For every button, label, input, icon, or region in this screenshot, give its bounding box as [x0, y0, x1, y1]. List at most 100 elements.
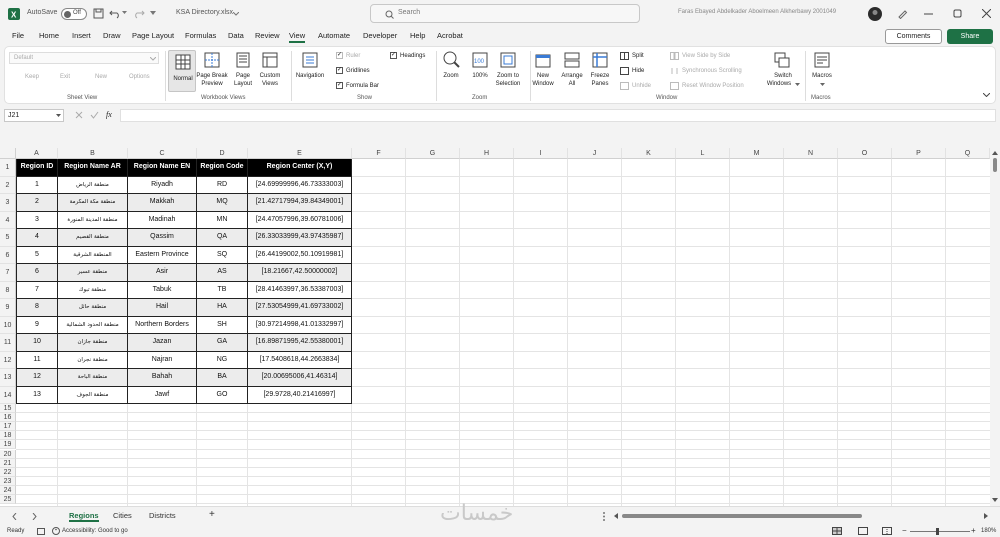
zoom-to-selection-label-2[interactable]: Selection	[491, 80, 525, 88]
vertical-scrollbar[interactable]	[990, 148, 1000, 506]
avatar[interactable]	[868, 7, 882, 21]
add-sheet-button[interactable]: +	[209, 509, 215, 520]
row-header-5[interactable]: 5	[0, 229, 16, 247]
zoom-slider[interactable]	[910, 531, 970, 532]
switch-windows-icon[interactable]	[774, 52, 790, 68]
header-cell-region-center[interactable]: Region Center (X,Y)	[248, 159, 352, 177]
comments-button[interactable]: Comments	[885, 29, 942, 44]
row-header-4[interactable]: 4	[0, 211, 16, 229]
cell-region-code[interactable]: QA	[197, 229, 248, 247]
cell-region-name-en[interactable]: Qassim	[128, 229, 197, 247]
tab-page-layout[interactable]: Page Layout	[132, 31, 174, 40]
unhide-label[interactable]: Unhide	[632, 82, 651, 90]
scroll-left-icon[interactable]	[614, 513, 618, 519]
column-header-p[interactable]: P	[892, 148, 946, 159]
minimize-icon[interactable]	[924, 13, 933, 15]
cell-region-code[interactable]: SH	[197, 316, 248, 334]
cell-region-name-en[interactable]: Eastern Province	[128, 246, 197, 264]
custom-views-icon[interactable]	[262, 52, 278, 68]
cell-region-center[interactable]: [26.44199002,50.10919981]	[248, 246, 352, 264]
zoom-in-icon[interactable]: +	[971, 526, 976, 535]
navigation-label[interactable]: Navigation	[293, 72, 327, 80]
sync-scroll-label[interactable]: Synchronous Scrolling	[682, 67, 742, 75]
row-header-19[interactable]: 19	[0, 440, 16, 450]
page-break-preview-icon[interactable]	[204, 52, 220, 68]
header-cell-region-name-ar[interactable]: Region Name AR	[58, 159, 128, 177]
worksheet-grid[interactable]: ABCDEFGHIJKLMNOPQ 1 2 3 4 5 6 7 8 9 10 11 12 13 14 15 1…	[0, 148, 1000, 506]
row-header-12[interactable]: 12	[0, 351, 16, 369]
column-header-f[interactable]: F	[352, 148, 406, 159]
tab-draw[interactable]: Draw	[103, 31, 121, 40]
cell-region-center[interactable]: [17.5408618,44.2663834]	[248, 351, 352, 369]
custom-views-label-2[interactable]: Views	[256, 80, 284, 88]
side-by-side-icon[interactable]	[670, 52, 679, 60]
ruler-checkbox[interactable]: ✓	[336, 52, 343, 59]
cell-region-name-en[interactable]: Hail	[128, 299, 197, 317]
cell-region-id[interactable]: 3	[16, 211, 58, 229]
restore-icon[interactable]	[953, 9, 962, 18]
cell-region-code[interactable]: NG	[197, 351, 248, 369]
zoom-to-selection-icon[interactable]	[500, 52, 516, 68]
horizontal-scrollbar[interactable]	[612, 511, 992, 521]
undo-dropdown-icon[interactable]	[122, 11, 127, 15]
customize-toolbar-icon[interactable]	[150, 11, 156, 16]
cell-region-center[interactable]: [16.89871995,42.55380001]	[248, 334, 352, 352]
tab-formulas[interactable]: Formulas	[185, 31, 216, 40]
hide-label[interactable]: Hide	[632, 67, 644, 75]
cell-region-name-ar[interactable]: منطقة عسير	[58, 264, 128, 282]
cell-region-center[interactable]: [27.53054999,41.69733002]	[248, 299, 352, 317]
row-header-17[interactable]: 17	[0, 422, 16, 432]
row-header-18[interactable]: 18	[0, 431, 16, 441]
cell-region-name-en[interactable]: Tabuk	[128, 281, 197, 299]
cell-region-center[interactable]: [30.97214998,41.01332997]	[248, 316, 352, 334]
page-layout-status-icon[interactable]	[858, 527, 868, 535]
cell-region-code[interactable]: GA	[197, 334, 248, 352]
share-button[interactable]: Share	[947, 29, 993, 44]
cell-region-code[interactable]: MQ	[197, 194, 248, 212]
new-window-icon[interactable]	[535, 52, 551, 68]
cell-region-name-ar[interactable]: منطقة الباحة	[58, 369, 128, 387]
column-header-h[interactable]: H	[460, 148, 514, 159]
reset-window-icon[interactable]	[670, 82, 679, 90]
row-header-6[interactable]: 6	[0, 246, 16, 264]
switch-windows-label-1[interactable]: Switch	[767, 72, 799, 80]
tab-home[interactable]: Home	[39, 31, 59, 40]
row-header-23[interactable]: 23	[0, 476, 16, 486]
exit-button[interactable]: Exit	[60, 73, 70, 81]
row-header-20[interactable]: 20	[0, 449, 16, 459]
cell-region-id[interactable]: 1	[16, 176, 58, 194]
cell-region-code[interactable]: GO	[197, 386, 248, 404]
page-layout-icon[interactable]	[235, 52, 251, 68]
search-box[interactable]: Search	[370, 4, 640, 23]
next-sheet-icon[interactable]	[32, 513, 37, 520]
column-header-e[interactable]: E	[248, 148, 352, 159]
cell-region-name-ar[interactable]: منطقة الجوف	[58, 386, 128, 404]
vertical-scroll-thumb[interactable]	[993, 158, 997, 172]
cell-region-name-ar[interactable]: منطقة نجران	[58, 351, 128, 369]
row-header-14[interactable]: 14	[0, 386, 16, 404]
new-window-label-2[interactable]: Window	[531, 80, 555, 88]
reset-window-label[interactable]: Reset Window Position	[682, 82, 744, 90]
zoom-100-icon[interactable]: 100	[472, 52, 488, 68]
header-cell-region-code[interactable]: Region Code	[197, 159, 248, 177]
keep-button[interactable]: Keep	[25, 73, 39, 81]
cell-region-name-ar[interactable]: منطقة تبوك	[58, 281, 128, 299]
tab-automate[interactable]: Automate	[318, 31, 350, 40]
cell-region-code[interactable]: HA	[197, 299, 248, 317]
normal-view-status-icon[interactable]	[832, 527, 842, 535]
row-header-2[interactable]: 2	[0, 176, 16, 194]
cell-region-name-en[interactable]: Northern Borders	[128, 316, 197, 334]
tab-view[interactable]: View	[289, 31, 306, 43]
confirm-entry-icon[interactable]	[90, 111, 99, 119]
undo-icon[interactable]	[109, 8, 121, 19]
cell-region-center[interactable]: [21.42717994,39.84349001]	[248, 194, 352, 212]
cell-region-id[interactable]: 4	[16, 229, 58, 247]
cell-region-center[interactable]: [29.9728,40.21416997]	[248, 386, 352, 404]
macro-record-icon[interactable]	[37, 528, 45, 535]
collapse-ribbon-icon[interactable]	[983, 93, 990, 97]
row-header-13[interactable]: 13	[0, 369, 16, 387]
column-header-d[interactable]: D	[197, 148, 248, 159]
column-header-b[interactable]: B	[58, 148, 128, 159]
scroll-down-icon[interactable]	[992, 498, 998, 502]
tab-file[interactable]: File	[12, 31, 24, 40]
